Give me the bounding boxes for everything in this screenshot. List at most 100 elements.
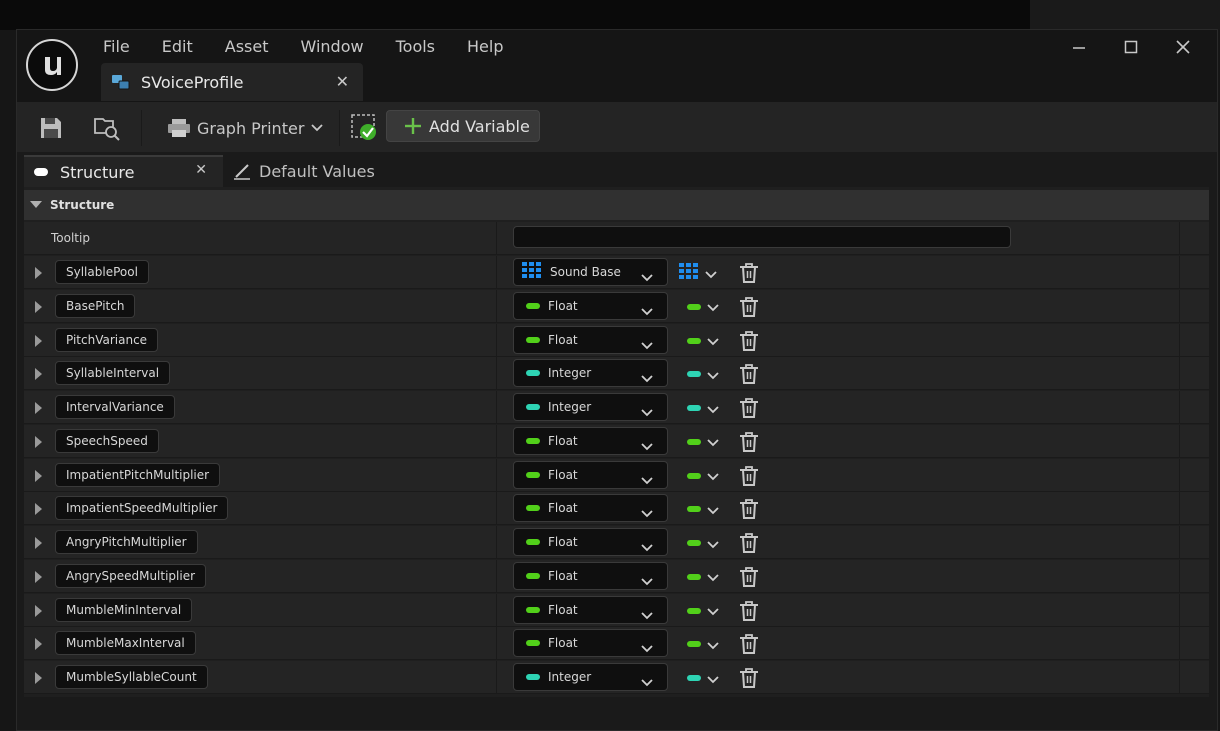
variable-type-dropdown[interactable]: Float — [513, 325, 668, 354]
document-tab[interactable]: SVoiceProfile ✕ — [101, 63, 363, 101]
delete-variable-button[interactable] — [739, 600, 759, 626]
container-type-dropdown[interactable] — [685, 433, 725, 451]
delete-variable-button[interactable] — [739, 566, 759, 592]
column-divider — [496, 289, 497, 322]
variable-type-dropdown[interactable]: Integer — [513, 359, 668, 388]
single-container-icon — [687, 573, 701, 580]
column-divider — [1179, 593, 1180, 626]
save-button[interactable] — [39, 112, 63, 144]
variable-type-dropdown[interactable]: Float — [513, 528, 668, 556]
container-type-dropdown[interactable] — [685, 669, 725, 687]
variable-name-field[interactable]: SpeechSpeed — [55, 428, 159, 453]
category-header[interactable]: Structure — [24, 190, 1209, 220]
expand-arrow-icon[interactable] — [35, 368, 42, 381]
variable-name-field[interactable]: ImpatientPitchMultiplier — [55, 462, 221, 487]
plus-icon — [405, 118, 421, 134]
delete-variable-button[interactable] — [739, 431, 759, 457]
tooltip-input[interactable] — [513, 226, 1011, 248]
container-type-dropdown[interactable] — [679, 263, 725, 282]
menu-help[interactable]: Help — [467, 38, 503, 58]
menu-window[interactable]: Window — [301, 38, 364, 58]
expand-arrow-icon[interactable] — [35, 435, 42, 448]
tab-structure[interactable]: Structure ✕ — [24, 155, 223, 187]
variable-name-field[interactable]: ImpatientSpeedMultiplier — [55, 496, 229, 521]
variable-name-field[interactable]: MumbleMinInterval — [55, 597, 193, 622]
delete-variable-button[interactable] — [739, 498, 759, 524]
variable-name-field[interactable]: AngrySpeedMultiplier — [55, 563, 207, 588]
variable-type-dropdown[interactable]: Float — [513, 426, 668, 455]
menu-asset[interactable]: Asset — [225, 38, 269, 58]
delete-variable-button[interactable] — [739, 330, 759, 356]
expand-arrow-icon[interactable] — [35, 570, 42, 583]
delete-variable-button[interactable] — [739, 465, 759, 491]
variable-name-field[interactable]: BasePitch — [55, 293, 136, 318]
delete-variable-button[interactable] — [739, 667, 759, 693]
variable-type-dropdown[interactable]: Integer — [513, 663, 668, 691]
trash-icon — [740, 330, 758, 351]
expand-arrow-icon[interactable] — [35, 672, 42, 684]
column-divider — [496, 526, 497, 558]
expand-arrow-icon[interactable] — [35, 334, 42, 347]
minimize-button[interactable] — [1053, 34, 1105, 60]
unreal-logo-icon[interactable] — [26, 39, 78, 91]
struct-validation-button[interactable] — [351, 112, 379, 144]
delete-variable-button[interactable] — [739, 296, 759, 322]
variable-type-dropdown[interactable]: Float — [513, 629, 668, 658]
container-type-dropdown[interactable] — [685, 365, 725, 383]
variable-type-dropdown[interactable]: Integer — [513, 393, 668, 421]
expand-arrow-icon[interactable] — [35, 604, 42, 617]
container-type-dropdown[interactable] — [685, 534, 725, 552]
container-type-dropdown[interactable] — [685, 568, 725, 586]
variable-name-field[interactable]: PitchVariance — [55, 327, 159, 352]
type-pill-icon — [526, 674, 540, 680]
variable-type-dropdown[interactable]: Float — [513, 595, 668, 624]
browse-asset-button[interactable] — [93, 112, 121, 144]
variable-name-field[interactable]: AngryPitchMultiplier — [55, 530, 198, 554]
variable-type-dropdown[interactable]: Float — [513, 460, 668, 489]
graph-printer-button[interactable]: Graph Printer — [167, 112, 324, 144]
container-type-dropdown[interactable] — [685, 602, 725, 620]
expand-arrow-icon[interactable] — [35, 300, 42, 313]
variable-name-field[interactable]: MumbleSyllableCount — [55, 665, 208, 689]
expand-arrow-icon[interactable] — [35, 469, 42, 482]
variable-type-dropdown[interactable]: Float — [513, 494, 668, 523]
expand-arrow-icon[interactable] — [35, 638, 42, 651]
delete-variable-button[interactable] — [739, 633, 759, 659]
delete-variable-button[interactable] — [739, 397, 759, 423]
close-window-button[interactable] — [1157, 34, 1209, 60]
delete-variable-button[interactable] — [739, 532, 759, 558]
expand-arrow-icon[interactable] — [35, 267, 42, 279]
add-variable-button[interactable]: Add Variable — [386, 110, 540, 142]
menu-file[interactable]: File — [103, 38, 130, 58]
variable-name-field[interactable]: SyllablePool — [55, 260, 149, 284]
maximize-icon — [1124, 40, 1138, 54]
chevron-down-icon — [641, 470, 653, 489]
column-divider — [1179, 323, 1180, 356]
expand-arrow-icon[interactable] — [35, 402, 42, 414]
type-pill-icon — [526, 572, 540, 579]
menu-edit[interactable]: Edit — [162, 38, 193, 58]
variable-name-field[interactable]: MumbleMaxInterval — [55, 631, 196, 656]
delete-variable-button[interactable] — [739, 363, 759, 389]
container-type-dropdown[interactable] — [685, 500, 725, 518]
delete-variable-button[interactable] — [739, 262, 759, 288]
tab-close-icon[interactable]: ✕ — [336, 72, 349, 91]
maximize-button[interactable] — [1105, 34, 1157, 60]
variable-name-field[interactable]: IntervalVariance — [55, 395, 175, 419]
chevron-down-icon — [641, 402, 653, 421]
container-type-dropdown[interactable] — [685, 399, 725, 417]
variable-type-dropdown[interactable]: Sound Base — [513, 258, 668, 286]
container-type-dropdown[interactable] — [685, 635, 725, 653]
variable-name-field[interactable]: SyllableInterval — [55, 361, 171, 386]
expand-arrow-icon[interactable] — [35, 537, 42, 549]
tab-default-values[interactable]: Default Values — [233, 155, 403, 187]
variable-type-dropdown[interactable]: Float — [513, 561, 668, 590]
chevron-down-icon — [707, 567, 719, 586]
menu-tools[interactable]: Tools — [396, 38, 435, 58]
container-type-dropdown[interactable] — [685, 332, 725, 350]
variable-type-dropdown[interactable]: Float — [513, 291, 668, 320]
tab-close-icon[interactable]: ✕ — [195, 162, 207, 178]
container-type-dropdown[interactable] — [685, 467, 725, 485]
expand-arrow-icon[interactable] — [35, 503, 42, 516]
container-type-dropdown[interactable] — [685, 298, 725, 316]
